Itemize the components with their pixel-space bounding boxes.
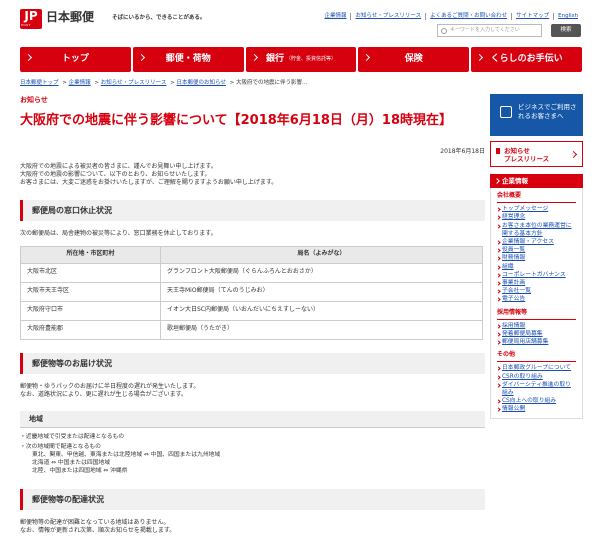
section-kicker: お知らせ (20, 96, 48, 104)
closure-table: 所在地・市区町村 局名（よみがな） 大阪市北区 グランフロント大阪郵便局（ぐらんふ… (20, 245, 483, 340)
section-text: 郵便物・ゆうパックのお届けに半日程度の遅れが発生いたします。 なお、道路状況によ… (20, 382, 200, 398)
section-text: 郵便物等の配達が困難となっている地域はありません。 なお、情報が更新され次第、順… (20, 518, 176, 534)
utility-links: 企業情報 お知らせ・プレスリリース よくあるご質問・お問い合わせ サイトマップ … (320, 13, 582, 20)
sidebar-group-title: 会社概要 (497, 192, 576, 204)
sidebar-link[interactable]: コーポレートガバナンス (497, 271, 576, 279)
sidebar-link[interactable]: 子会社一覧 (497, 287, 576, 295)
table-row: 大阪府豊能郡 歌垣郵便局（うたがき） (20, 319, 483, 340)
bookmark-icon (496, 148, 500, 154)
breadcrumb: 日本郵便トップ > 企業情報 > お知らせ・プレスリリース > 日本郵便のお知ら… (20, 80, 308, 86)
list-item: ・近畿地域で引受または配達となるもの (20, 433, 125, 440)
sidebar-link[interactable]: 役員一覧 (497, 246, 576, 254)
section-heading: 郵便物等の配達状況 (20, 488, 485, 510)
logo[interactable]: JP POST 日本郵便 (20, 9, 94, 29)
logo-name: 日本郵便 (46, 10, 95, 24)
breadcrumb-home[interactable]: 日本郵便トップ (20, 80, 59, 86)
nav-life[interactable]: くらしのお手伝い (471, 47, 582, 72)
link-english[interactable]: English (553, 13, 582, 20)
tagline: そばにいるから、できることがある。 (112, 15, 206, 21)
sidebar-link[interactable]: 日本郵政グループについて (497, 364, 576, 372)
table-row: 大阪市天王寺区 天王寺MiO郵便局（てんのうじみお） (20, 281, 483, 302)
link-news[interactable]: お知らせ・プレスリリース (350, 13, 425, 20)
table-row: 大阪市北区 グランフロント大阪郵便局（ぐらんふろんとおおさか） (20, 262, 483, 283)
sidebar-link[interactable]: 企業情報・アクセス (497, 238, 576, 246)
chevron-right-icon (363, 53, 371, 62)
list-item: 東北、関東、甲信越、東海または北陸地域 ⇔ 中国、四国または九州地域 (32, 452, 221, 459)
nav-mail[interactable]: 郵便・荷物 (132, 47, 244, 72)
subsection-heading: 地域 (20, 410, 485, 428)
press-release-banner[interactable]: お知らせ プレスリリース (490, 141, 583, 167)
breadcrumb-news[interactable]: お知らせ・プレスリリース (101, 80, 167, 86)
sidebar-group-title: 採用情報等 (497, 309, 576, 320)
list-item: ・次の地域間で配達となるもの (20, 444, 101, 451)
sidebar-menu: 会社概要 トップメッセージ 経営理念 お客さま本位の業務運営に関する基本方針 企… (490, 188, 583, 419)
breadcrumb-current: 大阪府での地震に伴う影響… (236, 80, 308, 86)
sidebar-link[interactable]: お客さま本位の業務運営に関する基本方針 (497, 222, 576, 238)
sidebar-heading: 企業情報 (490, 174, 583, 188)
search-button[interactable]: 検索 (551, 24, 581, 37)
sidebar-link[interactable]: 電子公告 (497, 295, 576, 303)
sidebar-link[interactable]: CS向上への取り組み (497, 397, 576, 405)
link-faq[interactable]: よくあるご質問・お問い合わせ (425, 13, 511, 20)
breadcrumb-notices[interactable]: 日本郵便のお知らせ (176, 80, 225, 86)
business-banner[interactable]: ビジネスでご利用されるお客さまへ (490, 94, 583, 136)
chevron-right-icon (24, 53, 33, 62)
nav-insurance[interactable]: 保険 (358, 47, 470, 72)
sidebar-link[interactable]: 組織 (497, 263, 576, 271)
column-header: 所在地・市区町村 (20, 245, 161, 264)
main-content: お知らせ 大阪府での地震に伴う影響について【2018年6月18日（月）18時現在… (20, 96, 485, 535)
section-text: 次の郵便局は、局舎建物の被災等により、窓口業務を休止しております。 (20, 229, 217, 237)
sidebar-link[interactable]: 経営理念 (497, 213, 576, 221)
nav-top[interactable]: トップ (20, 47, 131, 72)
chevron-right-icon (250, 53, 258, 62)
intro-text: 大阪府での地震による被災者の皆さまに、謹んでお見舞い申し上げます。 大阪府での地… (20, 162, 278, 186)
search-input[interactable]: キーワードを入力してください (437, 24, 542, 37)
sidebar: ビジネスでご利用されるお客さまへ お知らせ プレスリリース 企業情報 会社概要 … (490, 94, 583, 419)
sidebar-link[interactable]: 発着郵便局募集 (497, 330, 576, 338)
section-heading: 郵便局の窓口休止状況 (20, 199, 485, 221)
search-icon (441, 28, 447, 34)
sidebar-link[interactable]: 財務情報 (497, 254, 576, 262)
link-sitemap[interactable]: サイトマップ (511, 13, 553, 20)
sidebar-link[interactable]: 郵便局用店舗募集 (497, 338, 576, 346)
publish-date: 2018年6月18日 (440, 148, 485, 156)
sidebar-link[interactable]: トップメッセージ (497, 205, 576, 213)
global-nav: トップ 郵便・荷物 銀行 （貯金、投資信託等） 保険 くらしのお手伝い (20, 47, 582, 72)
sidebar-link[interactable]: 情報公開 (497, 405, 576, 413)
chevron-right-icon (476, 53, 484, 62)
site-header: JP POST 日本郵便 そばにいるから、できることがある。 企業情報 お知らせ… (0, 0, 600, 40)
chevron-right-icon (569, 150, 578, 159)
table-row: 大阪府守口市 イオン大日SC内郵便局（いおんだいにちえすしーない） (20, 300, 483, 321)
briefcase-icon (500, 106, 512, 118)
sidebar-link[interactable]: 採用情報 (497, 322, 576, 330)
list-item: 北陸、中国または四国地域 ⇔ 沖縄県 (32, 467, 128, 474)
section-heading: 郵便物等のお届け状況 (20, 352, 485, 374)
list-item: 北海道 ⇔ 中国または四国地域 (32, 459, 111, 466)
nav-bank[interactable]: 銀行 （貯金、投資信託等） (245, 47, 357, 72)
sidebar-group-title: その他 (497, 351, 576, 363)
area-list: ・近畿地域で引受または配達となるもの ・次の地域間で配達となるもの 東北、関東、… (20, 434, 485, 476)
column-header: 局名（よみがな） (160, 245, 483, 264)
logo-sub: POST (21, 23, 31, 27)
search-placeholder: キーワードを入力してください (450, 27, 520, 33)
page-title: 大阪府での地震に伴う影響について【2018年6月18日（月）18時現在】 (20, 113, 453, 129)
breadcrumb-company[interactable]: 企業情報 (69, 80, 91, 86)
chevron-right-icon (137, 53, 145, 62)
sidebar-link[interactable]: 事業計画 (497, 279, 576, 287)
sidebar-link[interactable]: CSRの取り組み (497, 373, 576, 381)
link-company-info[interactable]: 企業情報 (320, 13, 350, 20)
table-header-row: 所在地・市区町村 局名（よみがな） (20, 245, 483, 264)
sidebar-link[interactable]: ダイバーシティ推進の取り組み (497, 381, 576, 397)
